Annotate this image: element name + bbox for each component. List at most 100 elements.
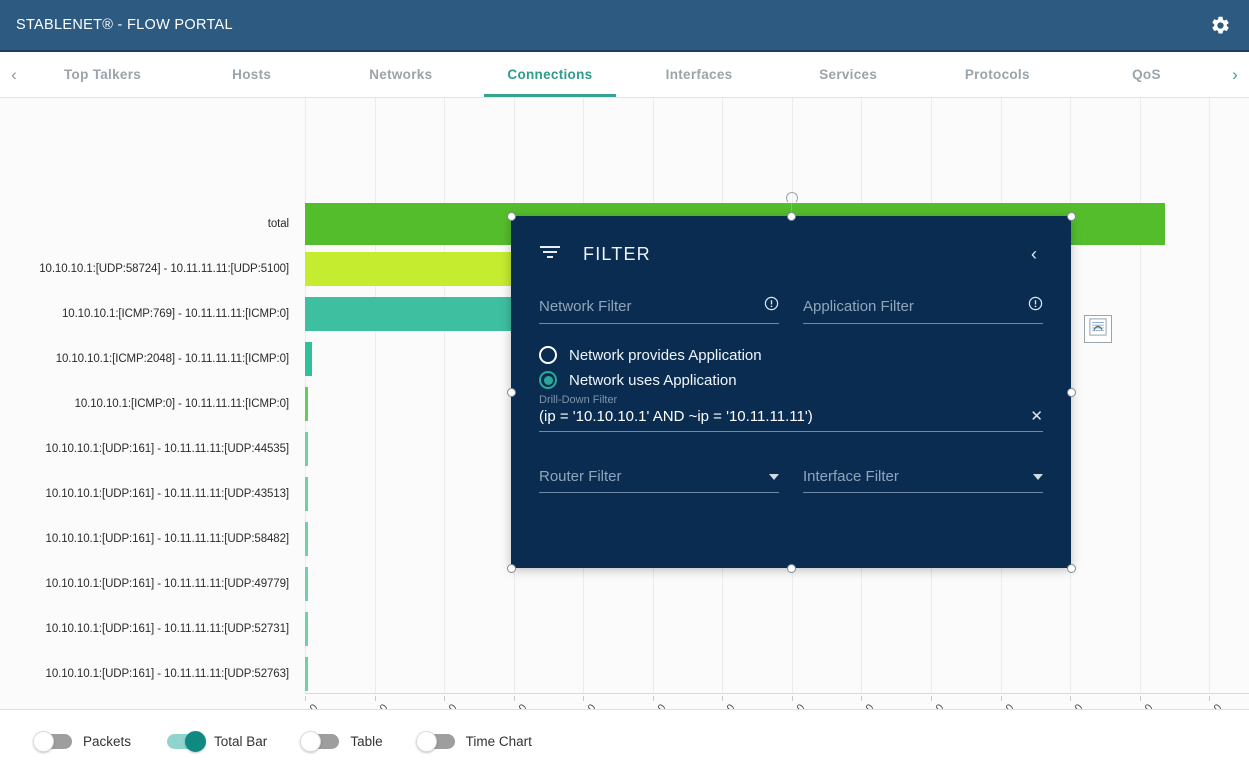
router-filter-select[interactable]: Router Filter bbox=[539, 468, 779, 493]
interface-filter-placeholder: Interface Filter bbox=[803, 468, 1033, 485]
chevron-right-icon: › bbox=[1232, 65, 1238, 85]
toggle-switch[interactable] bbox=[303, 734, 339, 749]
chevron-left-icon: ‹ bbox=[1031, 244, 1037, 264]
bar[interactable] bbox=[305, 657, 308, 691]
toggle-label: Time Chart bbox=[466, 734, 532, 749]
dialog-rotate-handle[interactable] bbox=[786, 192, 798, 204]
x-axis-tick bbox=[1209, 696, 1210, 701]
top-filter-row: Network Filter Application Filter bbox=[539, 292, 1043, 324]
x-axis-tick bbox=[305, 696, 306, 701]
tab-protocols[interactable]: Protocols bbox=[923, 52, 1072, 97]
x-axis-tick bbox=[444, 696, 445, 701]
router-filter-placeholder: Router Filter bbox=[539, 468, 769, 485]
filter-dialog-header: FILTER ‹ bbox=[511, 216, 1071, 292]
tab-label: Interfaces bbox=[666, 67, 733, 82]
x-axis-tick bbox=[1140, 696, 1141, 701]
x-axis-tick bbox=[1070, 696, 1071, 701]
y-axis-label: total bbox=[268, 218, 289, 230]
x-axis-tick bbox=[931, 696, 932, 701]
toggle-knob bbox=[416, 731, 437, 752]
tab-services[interactable]: Services bbox=[774, 52, 923, 97]
bar[interactable] bbox=[305, 567, 308, 601]
drilldown-filter-group: Drill-Down Filter (ip = '10.10.10.1' AND… bbox=[539, 394, 1043, 432]
radio-network-provides-application[interactable]: Network provides Application bbox=[539, 346, 1043, 364]
tabs-scroll-right-button[interactable]: › bbox=[1221, 52, 1249, 97]
resize-handle[interactable] bbox=[787, 212, 796, 221]
view-mode-toolbar: Packets Total Bar Table Time Chart bbox=[0, 709, 1249, 772]
x-axis-tick bbox=[861, 696, 862, 701]
bar[interactable] bbox=[305, 612, 308, 646]
tab-networks[interactable]: Networks bbox=[326, 52, 475, 97]
tab-qos[interactable]: QoS bbox=[1072, 52, 1221, 97]
interface-filter-select[interactable]: Interface Filter bbox=[803, 468, 1043, 493]
toggle-switch[interactable] bbox=[36, 734, 72, 749]
toggle-switch[interactable] bbox=[419, 734, 455, 749]
bar[interactable] bbox=[305, 342, 312, 376]
x-axis-tick bbox=[653, 696, 654, 701]
toggle-total-bar[interactable]: Total Bar bbox=[167, 734, 267, 749]
info-icon[interactable] bbox=[1028, 296, 1043, 316]
x-axis-tick bbox=[514, 696, 515, 701]
gridline bbox=[1209, 98, 1210, 693]
gridline bbox=[375, 98, 376, 693]
tab-label: Networks bbox=[369, 67, 432, 82]
radio-network-uses-application[interactable]: Network uses Application bbox=[539, 371, 1043, 389]
x-axis-tick bbox=[375, 696, 376, 701]
toggle-table[interactable]: Table bbox=[303, 734, 382, 749]
filter-dialog-collapse-button[interactable]: ‹ bbox=[1021, 241, 1047, 267]
chart-legend-icon bbox=[1089, 318, 1107, 341]
y-axis-label: 10.10.10.1:[ICMP:0] - 10.11.11.11:[ICMP:… bbox=[75, 398, 289, 410]
resize-handle[interactable] bbox=[507, 212, 516, 221]
y-axis-label: 10.10.10.1:[ICMP:2048] - 10.11.11.11:[IC… bbox=[56, 353, 289, 365]
y-axis-labels: total10.10.10.1:[UDP:58724] - 10.11.11.1… bbox=[0, 98, 297, 693]
tab-connections[interactable]: Connections bbox=[475, 52, 624, 97]
tabs-scroll-left-button[interactable]: ‹ bbox=[0, 52, 28, 97]
y-axis-label: 10.10.10.1:[UDP:161] - 10.11.11.11:[UDP:… bbox=[46, 623, 289, 635]
toggle-label: Packets bbox=[83, 734, 131, 749]
radio-selected-dot bbox=[544, 376, 553, 385]
chevron-down-icon bbox=[1033, 474, 1043, 480]
x-axis-tick bbox=[792, 696, 793, 701]
drilldown-filter-value: (ip = '10.10.10.1' AND ~ip = '10.11.11.1… bbox=[539, 408, 1020, 425]
toggle-time-chart[interactable]: Time Chart bbox=[419, 734, 532, 749]
tab-top-talkers[interactable]: Top Talkers bbox=[28, 52, 177, 97]
network-filter-field[interactable]: Network Filter bbox=[539, 292, 779, 324]
x-axis-tick bbox=[722, 696, 723, 701]
resize-handle[interactable] bbox=[507, 564, 516, 573]
y-axis-label: 10.10.10.1:[UDP:161] - 10.11.11.11:[UDP:… bbox=[46, 443, 289, 455]
toggle-switch[interactable] bbox=[167, 734, 203, 749]
drilldown-filter-field[interactable]: (ip = '10.10.10.1' AND ~ip = '10.11.11.1… bbox=[539, 407, 1043, 432]
toggle-packets[interactable]: Packets bbox=[36, 734, 131, 749]
resize-handle[interactable] bbox=[1067, 388, 1076, 397]
x-axis-tick bbox=[583, 696, 584, 701]
toggle-knob bbox=[33, 731, 54, 752]
toggle-knob bbox=[185, 731, 206, 752]
settings-button[interactable] bbox=[1205, 10, 1235, 40]
tab-interfaces[interactable]: Interfaces bbox=[625, 52, 774, 97]
bar[interactable] bbox=[305, 387, 308, 421]
resize-handle[interactable] bbox=[787, 564, 796, 573]
y-axis-label: 10.10.10.1:[UDP:161] - 10.11.11.11:[UDP:… bbox=[46, 488, 289, 500]
title-bar: STABLENET® - FLOW PORTAL bbox=[0, 0, 1249, 52]
tab-label: Connections bbox=[507, 67, 592, 82]
drilldown-filter-caption: Drill-Down Filter bbox=[539, 394, 1043, 406]
info-icon[interactable] bbox=[764, 296, 779, 316]
tab-label: Top Talkers bbox=[64, 67, 141, 82]
relation-radio-group: Network provides Application Network uses… bbox=[539, 346, 1043, 389]
legend-toggle-button[interactable] bbox=[1084, 315, 1112, 343]
resize-handle[interactable] bbox=[1067, 564, 1076, 573]
application-filter-field[interactable]: Application Filter bbox=[803, 292, 1043, 324]
resize-handle[interactable] bbox=[507, 388, 516, 397]
bar[interactable] bbox=[305, 477, 308, 511]
filter-dialog-body: Network Filter Application Filter bbox=[511, 292, 1071, 493]
tab-hosts[interactable]: Hosts bbox=[177, 52, 326, 97]
radio-label: Network provides Application bbox=[569, 347, 762, 364]
resize-handle[interactable] bbox=[1067, 212, 1076, 221]
app-title: STABLENET® - FLOW PORTAL bbox=[16, 17, 233, 33]
bottom-filter-row: Router Filter Interface Filter bbox=[539, 468, 1043, 493]
bar[interactable] bbox=[305, 522, 308, 556]
bar[interactable] bbox=[305, 432, 308, 466]
close-icon[interactable]: ✕ bbox=[1020, 407, 1043, 425]
gridline bbox=[1140, 98, 1141, 693]
filter-dialog-title: FILTER bbox=[583, 244, 1021, 265]
